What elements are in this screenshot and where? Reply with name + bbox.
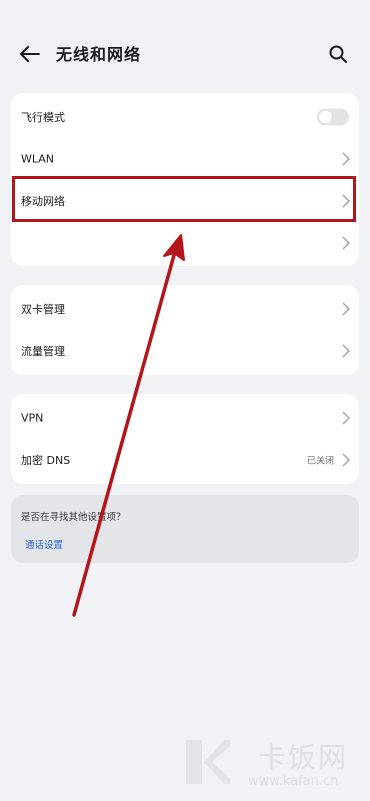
wlan-row[interactable]: WLAN: [11, 138, 359, 180]
encrypted-dns-status: 已关闭: [306, 456, 334, 467]
chevron-right-icon: [342, 453, 350, 467]
airplane-mode-row[interactable]: 飞行模式: [11, 96, 359, 138]
suggestion-card: 是否在寻找其他设置项？ 通话设置: [11, 495, 359, 563]
chevron-right-icon: [342, 152, 350, 166]
encrypted-dns-label: 加密 DNS: [21, 454, 71, 467]
vpn-row[interactable]: VPN: [11, 397, 359, 439]
settings-group-sim: 双卡管理 流量管理: [11, 285, 359, 375]
header-bar: 无线和网络: [0, 0, 370, 92]
settings-group-network: 飞行模式 WLAN 移动网络: [11, 93, 359, 266]
watermark-logo-icon: [186, 740, 230, 784]
chevron-right-icon: [342, 194, 350, 208]
watermark-text: 卡饭网: [258, 741, 349, 774]
call-settings-link[interactable]: 通话设置: [25, 537, 63, 551]
page-title: 无线和网络: [56, 45, 142, 64]
data-usage-label: 流量管理: [21, 345, 65, 358]
back-arrow-icon: [20, 46, 40, 62]
toggle-knob: [319, 110, 332, 124]
dual-sim-label: 双卡管理: [21, 303, 65, 316]
unlabeled-row[interactable]: [11, 222, 359, 264]
watermark: 卡饭网 www.kafan.cn: [180, 730, 360, 795]
settings-group-vpn-dns: VPN 加密 DNS 已关闭: [11, 394, 359, 484]
wlan-label: WLAN: [21, 152, 55, 166]
search-button[interactable]: [324, 40, 352, 68]
mobile-network-row[interactable]: 移动网络: [11, 180, 359, 222]
airplane-mode-toggle[interactable]: [317, 108, 349, 126]
vpn-label: VPN: [21, 411, 44, 425]
dual-sim-row[interactable]: 双卡管理: [11, 288, 359, 330]
chevron-right-icon: [342, 411, 350, 425]
chevron-right-icon: [342, 236, 350, 250]
airplane-mode-label: 飞行模式: [21, 111, 65, 124]
chevron-right-icon: [342, 302, 350, 316]
chevron-right-icon: [342, 344, 350, 358]
watermark-url: www.kafan.cn: [248, 774, 339, 789]
back-button[interactable]: [16, 40, 44, 68]
encrypted-dns-row[interactable]: 加密 DNS 已关闭: [11, 439, 359, 481]
mobile-network-label: 移动网络: [21, 195, 65, 208]
search-icon: [329, 45, 347, 63]
data-usage-row[interactable]: 流量管理: [11, 330, 359, 372]
suggestion-question: 是否在寻找其他设置项？: [21, 512, 126, 523]
